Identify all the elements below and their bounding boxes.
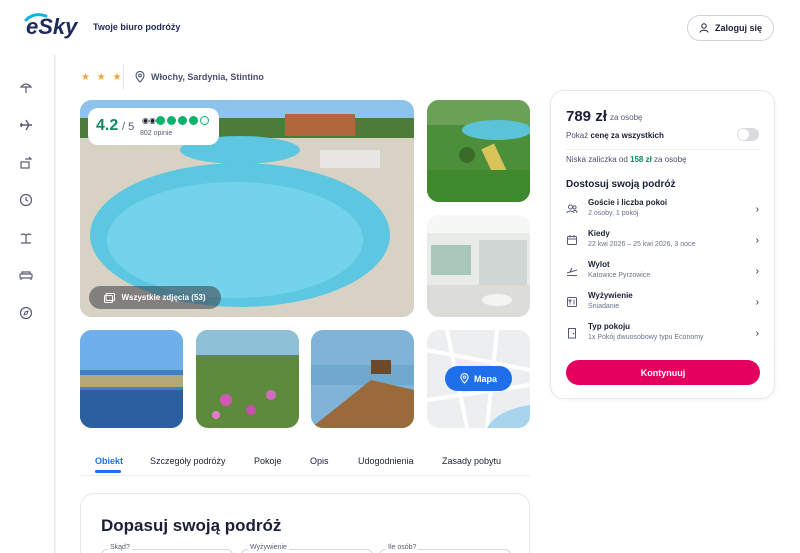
divider: [566, 149, 761, 150]
island-icon[interactable]: [18, 230, 34, 246]
hotel-photo-pier[interactable]: [311, 330, 414, 428]
map-label: Mapa: [473, 373, 497, 384]
section-title: Dopasuj swoją podróż: [101, 516, 282, 535]
option-meal[interactable]: Wyżywienie Śniadanie ›: [566, 291, 761, 317]
logo-text: eSky: [26, 14, 79, 39]
option-title: Typ pokoju: [588, 322, 631, 331]
option-value: 1x Pokój dwuosobowy typu Economy: [588, 334, 704, 341]
location-pin-icon: [460, 373, 469, 384]
esky-logo[interactable]: eSky: [24, 12, 84, 40]
login-button[interactable]: Zaloguj się: [687, 15, 774, 41]
compass-icon[interactable]: [18, 305, 34, 321]
guests-icon: [566, 204, 578, 214]
tab-rooms[interactable]: Pokoje: [254, 456, 282, 466]
clock-icon[interactable]: [18, 192, 34, 208]
rating-dot: [178, 116, 187, 125]
hotel-photo-flowers[interactable]: [196, 330, 299, 428]
price-per-person: za osobę: [610, 113, 643, 122]
tripadvisor-icon: ◉◉: [142, 116, 156, 125]
rating-dots: [156, 116, 209, 125]
chevron-right-icon: ›: [755, 297, 759, 308]
guests-field[interactable]: Ile osób?: [379, 544, 511, 553]
calendar-icon: [567, 235, 577, 245]
top-header: eSky Twoje biuro podróży Zaloguj się: [0, 0, 800, 55]
all-photos-label: Wszystkie zdjęcia (53): [121, 293, 206, 302]
section-tabs: Obiekt Szczegóły podróży Pokoje Opis Udo…: [80, 454, 530, 476]
show-total-bold: cenę za wszystkich: [590, 131, 664, 140]
show-total-price-text: Pokaż cenę za wszystkich: [566, 131, 664, 140]
adjust-trip-title: Dostosuj swoją podróż: [566, 179, 676, 190]
deposit-prefix: Niska zaliczka od: [566, 155, 631, 164]
plane-icon[interactable]: [18, 117, 34, 133]
meal-field[interactable]: Wyżywienie: [241, 544, 373, 553]
all-photos-button[interactable]: Wszystkie zdjęcia (53): [89, 286, 221, 309]
option-departure[interactable]: Wylot Katowice Pyrzowice ›: [566, 260, 761, 286]
location-pin-icon: [135, 71, 145, 83]
meal-field-label: Wyżywienie: [248, 544, 289, 551]
from-field-label: Skąd?: [108, 544, 132, 551]
from-field[interactable]: Skąd?: [101, 544, 233, 553]
hotel-stars: ★ ★ ★: [81, 72, 124, 83]
show-total-prefix: Pokaż: [566, 131, 591, 140]
chevron-right-icon: ›: [755, 328, 759, 339]
rating-score: 4.2: [96, 117, 119, 134]
bed-icon[interactable]: [18, 267, 34, 283]
option-title: Goście i liczba pokoi: [588, 198, 668, 207]
chevron-right-icon: ›: [755, 204, 759, 215]
option-guests-rooms[interactable]: Goście i liczba pokoi 2 osoby, 1 pokój ›: [566, 198, 761, 224]
gallery-icon: [104, 292, 116, 303]
departure-icon: [566, 267, 578, 277]
tab-rules[interactable]: Zasady pobytu: [442, 456, 501, 466]
chevron-right-icon: ›: [755, 235, 759, 246]
hotel-photo-bay[interactable]: [80, 330, 183, 428]
active-tab-indicator: [95, 470, 121, 473]
reviews-count: 802 opinie: [140, 130, 173, 137]
price: 789 zł: [566, 108, 607, 125]
tagline: Twoje biuro podróży: [93, 22, 181, 32]
option-title: Kiedy: [588, 229, 610, 238]
hotel-location: Włochy, Sardynia, Stintino: [135, 71, 264, 83]
tab-object[interactable]: Obiekt: [95, 456, 123, 466]
map-button[interactable]: Mapa: [445, 366, 512, 391]
divider: [123, 64, 124, 90]
chevron-right-icon: ›: [755, 266, 759, 277]
rating-scale: / 5: [122, 121, 135, 133]
user-icon: [699, 23, 709, 33]
option-title: Wylot: [588, 260, 610, 269]
option-title: Wyżywienie: [588, 291, 633, 300]
option-room-type[interactable]: Typ pokoju 1x Pokój dwuosobowy typu Econ…: [566, 322, 761, 348]
flight-hotel-icon[interactable]: [18, 155, 34, 171]
location-text: Włochy, Sardynia, Stintino: [151, 72, 264, 82]
beach-umbrella-icon[interactable]: [18, 79, 34, 95]
hotel-photo-slide[interactable]: [427, 100, 530, 202]
option-value: Katowice Pyrzowice: [588, 272, 651, 279]
option-dates[interactable]: Kiedy 22 kwi 2026 – 25 kwi 2026, 3 noce …: [566, 229, 761, 255]
meal-icon: [567, 297, 577, 307]
sidebar: [0, 55, 55, 553]
login-label: Zaloguj się: [714, 23, 762, 33]
rating-dot: [167, 116, 176, 125]
tab-amenities[interactable]: Udogodnienia: [358, 456, 414, 466]
rating-dot: [189, 116, 198, 125]
deposit-info: Niska zaliczka od 158 zł za osobę: [566, 155, 687, 164]
tab-trip-details[interactable]: Szczegóły podróży: [150, 456, 226, 466]
adjust-trip-section: Dopasuj swoją podróż Skąd? Wyżywienie Il…: [80, 493, 530, 553]
option-value: 2 osoby, 1 pokój: [588, 210, 639, 217]
room-icon: [568, 328, 576, 339]
continue-button[interactable]: Kontynuuj: [566, 360, 760, 385]
deposit-suffix: za osobę: [651, 155, 687, 164]
rating-dot: [156, 116, 165, 125]
rating-badge: 4.2 / 5 ◉◉ 802 opinie: [88, 108, 219, 145]
total-price-toggle[interactable]: [737, 128, 759, 141]
tabs-divider: [80, 475, 530, 476]
option-value: Śniadanie: [588, 303, 620, 310]
rating-dot: [200, 116, 209, 125]
booking-panel: 789 zł za osobę Pokaż cenę za wszystkich…: [550, 90, 775, 399]
deposit-amount: 158 zł: [630, 155, 652, 164]
option-value: 22 kwi 2026 – 25 kwi 2026, 3 noce: [588, 241, 696, 248]
hotel-photo-terrace[interactable]: [427, 215, 530, 317]
tab-description[interactable]: Opis: [310, 456, 329, 466]
guests-field-label: Ile osób?: [386, 544, 419, 551]
